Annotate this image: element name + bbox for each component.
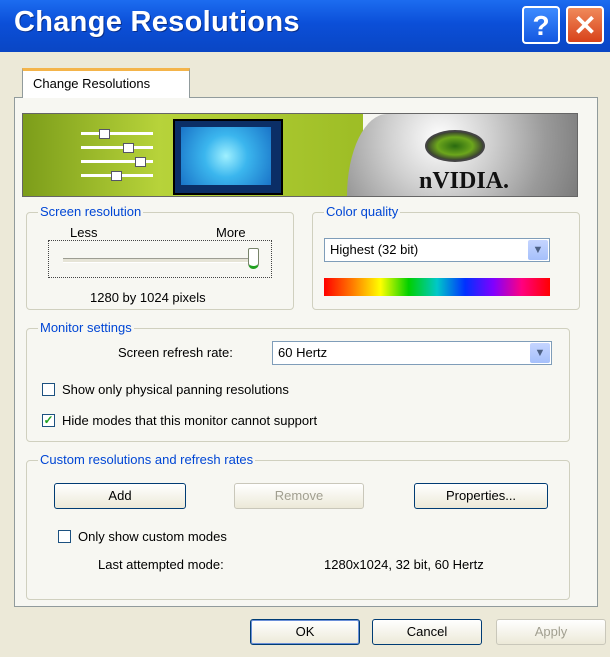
ok-button[interactable]: OK: [250, 619, 360, 645]
color-spectrum-bar: [324, 278, 550, 296]
last-attempted-value: 1280x1024, 32 bit, 60 Hertz: [324, 557, 484, 572]
hide-modes-label[interactable]: Hide modes that this monitor cannot supp…: [62, 413, 317, 428]
only-custom-checkbox[interactable]: [58, 530, 71, 543]
refresh-rate-select[interactable]: 60 Hertz ▼: [272, 341, 552, 365]
tab-change-resolutions[interactable]: Change Resolutions: [22, 68, 190, 98]
cancel-button[interactable]: Cancel: [372, 619, 482, 645]
chevron-down-icon[interactable]: ▼: [528, 240, 548, 260]
physical-panning-label[interactable]: Show only physical panning resolutions: [62, 382, 289, 397]
slider-thumb[interactable]: [248, 248, 259, 269]
only-custom-label[interactable]: Only show custom modes: [78, 529, 227, 544]
color-quality-value: Highest (32 bit): [330, 242, 419, 257]
refresh-rate-value: 60 Hertz: [278, 345, 328, 360]
slider-track: [63, 258, 253, 263]
nvidia-eye-logo: [425, 130, 485, 162]
color-quality-legend: Color quality: [324, 204, 401, 219]
add-button[interactable]: Add: [54, 483, 186, 509]
nvidia-banner: nVIDIA.: [22, 113, 578, 197]
monitor-icon: [173, 119, 283, 195]
screen-resolution-legend: Screen resolution: [38, 204, 144, 219]
physical-panning-checkbox[interactable]: [42, 383, 55, 396]
properties-button[interactable]: Properties...: [414, 483, 548, 509]
banner-green-panel: [23, 114, 363, 196]
last-attempted-label: Last attempted mode:: [98, 557, 224, 572]
title-bar: Change Resolutions ? ✕: [0, 0, 610, 52]
banner-slider-knob: [123, 143, 134, 153]
banner-slider-line: [81, 132, 153, 135]
apply-button[interactable]: Apply: [496, 619, 606, 645]
resolution-slider[interactable]: [48, 240, 272, 278]
chevron-down-icon[interactable]: ▼: [530, 343, 550, 363]
banner-slider-knob: [135, 157, 146, 167]
banner-slider-line: [81, 146, 153, 149]
monitor-settings-legend: Monitor settings: [38, 320, 134, 335]
custom-resolutions-legend: Custom resolutions and refresh rates: [38, 452, 256, 467]
remove-button[interactable]: Remove: [234, 483, 364, 509]
help-button[interactable]: ?: [522, 6, 560, 44]
monitor-screen: [181, 127, 271, 185]
refresh-rate-label: Screen refresh rate:: [118, 345, 233, 360]
resolution-value: 1280 by 1024 pixels: [90, 290, 206, 305]
nvidia-wordmark: nVIDIA.: [419, 168, 510, 194]
color-quality-select[interactable]: Highest (32 bit) ▼: [324, 238, 550, 262]
banner-slider-knob: [99, 129, 110, 139]
more-label: More: [216, 225, 246, 240]
banner-slider-knob: [111, 171, 122, 181]
window-title: Change Resolutions: [14, 6, 300, 38]
close-button[interactable]: ✕: [566, 6, 604, 44]
less-label: Less: [70, 225, 98, 240]
hide-modes-checkbox[interactable]: ✓: [42, 414, 55, 427]
